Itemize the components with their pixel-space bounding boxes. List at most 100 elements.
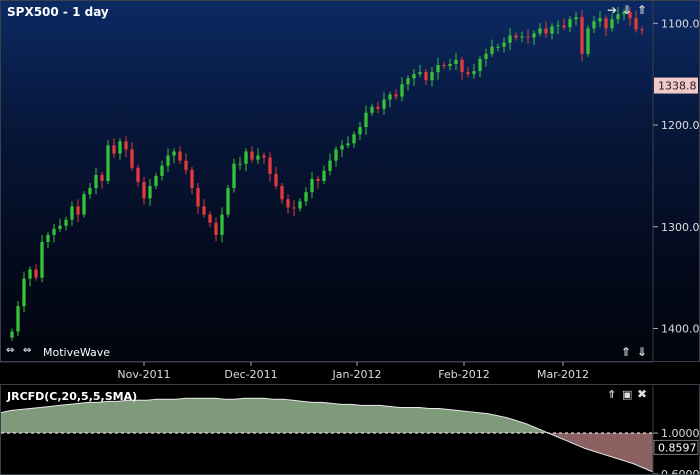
candle-body [286,199,290,208]
arrow-down-icon[interactable]: ⇓ [622,3,632,17]
candle-body [484,53,488,59]
candle-body [538,28,542,34]
price-y-tick-label: 1300.0 [661,221,699,234]
candle-body [442,65,446,67]
price-chart-svg: 1400.0 1300.0 1200.0 1100.0 1338.8 [10,1,699,361]
date-axis-svg: Nov-2011 Dec-2011 Jan-2012 Feb-2012 Mar-2012 [0,361,652,381]
candle-body [430,72,434,81]
date-tick-label: Dec-2011 [224,368,277,381]
chart-title: SPX500 - 1 day [7,5,109,19]
candle-body [472,71,476,75]
candle-body [508,35,512,43]
candle-body [352,134,356,144]
candle-body [214,222,218,235]
indicator-up-icon[interactable]: ⇑ [607,388,616,401]
candle-body [16,306,20,332]
price-y-tick-label: 1400.0 [661,322,699,335]
candle-body [394,94,398,97]
date-tick-label: Nov-2011 [117,368,170,381]
candle-body [160,165,164,176]
candle-body [52,228,56,235]
candle-body [424,72,428,81]
candle-body [376,106,380,109]
date-axis: Nov-2011 Dec-2011 Jan-2012 Feb-2012 Mar-2012 [0,361,700,384]
candle-body [340,145,344,150]
candle-body [250,151,254,160]
date-tick-label: Feb-2012 [438,368,489,381]
candle-body [640,29,644,31]
candle-body [580,17,584,54]
candle-body [514,35,518,38]
candle-body [10,331,14,338]
candle-body [64,219,68,226]
pan-left-icon[interactable]: ⇔ [6,345,14,356]
candle-body [208,214,212,223]
candle-body [400,84,404,97]
candle-body [76,206,80,215]
candle-body [238,163,242,165]
candle-body [412,74,416,79]
candle-body [382,99,386,109]
candle-body [172,151,176,156]
arrow-up-icon[interactable]: ⇑ [637,3,647,17]
candle-body [46,234,50,243]
maximize-icon[interactable]: ▣ [622,388,632,401]
candle-body [418,72,422,75]
arrow-right-icon[interactable]: ➔ [607,3,617,17]
candle-body [124,141,128,150]
candle-body [220,214,224,235]
candle-body [478,58,482,72]
candle-body [634,18,638,30]
candle-body [304,192,308,202]
brand-label: MotiveWave [43,346,111,359]
candle-body [544,28,548,34]
candle-body [598,18,602,22]
candle-body [454,59,458,64]
close-icon[interactable]: ✖ [637,387,647,401]
candle-body [58,225,62,229]
pan-right-icon[interactable]: ⇔ [23,345,31,356]
date-tick-label: Jan-2012 [332,368,382,381]
candle-body [436,65,440,73]
indicator-y-tick-label: 0.6000 [661,468,699,474]
candle-body [556,25,560,27]
candle-body [22,278,26,307]
candle-body [154,175,158,187]
price-chart-panel[interactable]: 1400.0 1300.0 1200.0 1100.0 1338.8 SPX500 - … [0,0,700,362]
price-y-tick-label: 1100.0 [661,17,699,30]
candle-body [202,206,206,215]
candle-body [610,19,614,29]
scroll-up-icon[interactable]: ⇑ [621,345,631,359]
candle-body [310,178,314,193]
current-price-label: 1338.8 [658,80,697,93]
scroll-down-icon[interactable]: ⇓ [637,345,647,359]
candle-body [520,36,524,38]
candle-body [232,163,236,189]
candle-body [322,170,326,181]
candle-body [28,269,32,279]
candle-body [550,26,554,34]
candle-body [334,149,338,161]
candle-body [142,182,146,199]
candle-body [298,201,302,209]
candle-body [34,269,38,278]
candle-body [604,18,608,29]
candle-body [502,42,506,47]
date-tick-label: Mar-2012 [537,368,589,381]
candle-body [190,169,194,189]
candle-body [274,173,278,187]
candle-body [184,160,188,170]
candle-body [406,78,410,85]
candle-body [532,33,536,38]
candle-body [178,151,182,161]
candle-body [280,186,284,200]
candle-body [466,72,470,75]
candle-body [346,143,350,146]
candle-body [94,174,98,189]
candle-body [448,64,452,67]
indicator-title: JRCFD(C,20,5,5,SMA) [7,390,138,403]
candle-body [268,157,272,174]
indicator-panel[interactable]: 1.0000 0.6000 0.8597 JRCFD(C,20,5,5,SMA) ⇑… [0,384,700,475]
candle-body [328,160,332,171]
candle-body [70,206,74,220]
